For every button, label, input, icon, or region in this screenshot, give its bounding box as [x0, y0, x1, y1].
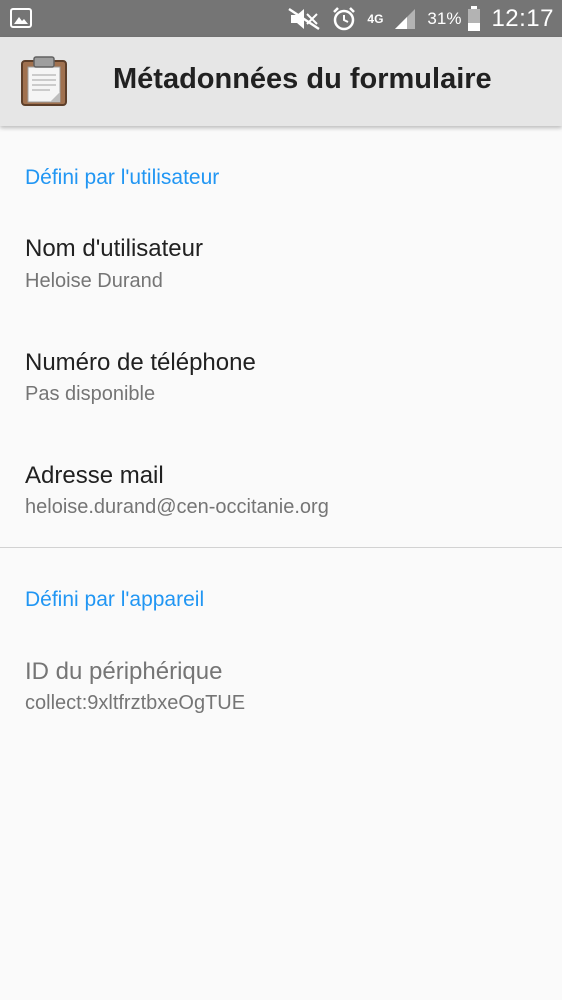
- pref-email-summary: heloise.durand@cen-occitanie.org: [25, 496, 329, 518]
- pref-phone-summary: Pas disponible: [25, 383, 156, 405]
- section-divider: [0, 547, 562, 548]
- pref-username-summary: Heloise Durand: [25, 270, 163, 292]
- section-header-user: Défini par l'utilisateur: [25, 166, 220, 189]
- pref-phone-title: Numéro de téléphone: [25, 349, 256, 376]
- clipboard-icon: [20, 55, 68, 107]
- pref-email[interactable]: Adresse mail heloise.durand@cen-occitani…: [0, 440, 562, 546]
- status-bar: 4G 31% 12:17: [0, 0, 562, 37]
- pref-device-id-summary: collect:9xltfrztbxeOgTUE: [25, 692, 246, 714]
- mute-icon: [287, 7, 321, 31]
- alarm-icon: [331, 6, 357, 32]
- page-title: Métadonnées du formulaire: [113, 63, 492, 95]
- pref-phone[interactable]: Numéro de téléphone Pas disponible: [0, 326, 562, 440]
- pref-device-id: ID du périphérique collect:9xltfrztbxeOg…: [0, 636, 562, 736]
- section-header-device: Défini par l'appareil: [25, 588, 205, 611]
- pref-email-title: Adresse mail: [25, 462, 164, 489]
- status-time: 12:17: [491, 4, 554, 32]
- battery-percent: 31%: [427, 8, 462, 28]
- pref-device-id-title: ID du périphérique: [25, 658, 223, 685]
- status-icons: 4G 31% 12:17: [277, 0, 554, 37]
- image-notification-icon: [10, 8, 32, 33]
- signal-icon: [393, 7, 417, 31]
- pref-username[interactable]: Nom d'utilisateur Heloise Durand: [0, 214, 562, 326]
- battery-icon: [467, 5, 481, 32]
- app-bar: Métadonnées du formulaire: [0, 37, 562, 126]
- pref-username-title: Nom d'utilisateur: [25, 235, 203, 262]
- network-type-label: 4G: [367, 11, 384, 26]
